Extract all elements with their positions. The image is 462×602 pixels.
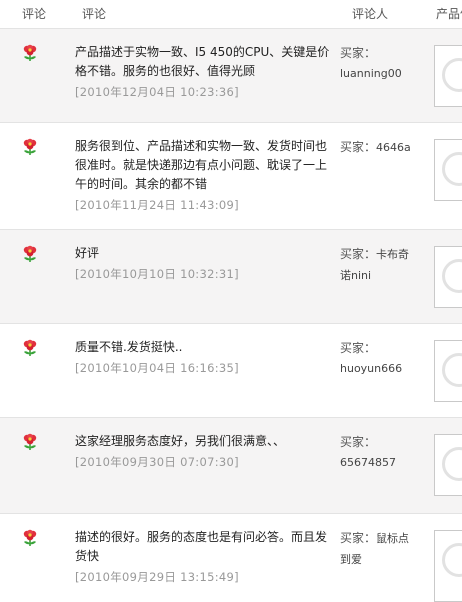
reviewer-prefix: 买家： (340, 531, 377, 545)
product-thumbnail[interactable] (434, 530, 462, 602)
red-flower-icon (23, 245, 37, 262)
product-thumbnail[interactable] (434, 139, 462, 201)
product-thumbnail[interactable] (434, 434, 462, 496)
review-row: 描述的很好。服务的态度也是有问必答。而且发货快 [2010年09月29日 13:… (0, 513, 462, 602)
product-image-placeholder-icon (442, 152, 462, 186)
header-comment: 评论 (82, 7, 107, 21)
product-thumbnail[interactable] (434, 246, 462, 308)
product-thumbnail[interactable] (434, 340, 462, 402)
product-thumbnail[interactable] (434, 45, 462, 107)
review-date: [2010年10月10日 10:32:31] (75, 267, 239, 281)
reviewer-name[interactable]: luanning00 (340, 67, 402, 80)
product-image-placeholder-icon (442, 259, 462, 293)
reviewer: 买家： huoyun666 (340, 338, 418, 379)
header-product: 产品信息 (436, 7, 462, 21)
red-flower-icon (23, 339, 37, 356)
review-text: 质量不错.发货挺快.. (75, 340, 183, 354)
review-comment: 描述的很好。服务的态度也是有问必答。而且发货快 [2010年09月29日 13:… (75, 528, 337, 587)
red-flower-icon (23, 44, 37, 61)
reviewer-prefix: 买家： (340, 247, 377, 261)
product-image-placeholder-icon (442, 58, 462, 92)
product-image-placeholder-icon (442, 543, 462, 577)
review-row: 产品描述于实物一致、I5 450的CPU、关键是价格不错。服务的也很好、值得光顾… (0, 28, 462, 123)
product-image-placeholder-icon (442, 353, 462, 387)
reviewer-name[interactable]: 65674857 (340, 456, 396, 469)
header-rating: 评论 (22, 7, 47, 21)
reviewer: 买家：卡布奇诺nini (340, 244, 418, 286)
reviewer-name[interactable]: huoyun666 (340, 362, 402, 375)
review-date: [2010年09月29日 13:15:49] (75, 570, 239, 584)
review-comment: 这家经理服务态度好，另我们很满意、、 [2010年09月30日 07:07:30… (75, 432, 337, 472)
reviewer-prefix: 买家： (340, 435, 377, 449)
header-reviewer: 评论人 (352, 7, 389, 21)
review-text: 描述的很好。服务的态度也是有问必答。而且发货快 (75, 530, 328, 563)
reviewer: 买家：4646a (340, 137, 418, 158)
review-comment: 质量不错.发货挺快.. [2010年10月04日 16:16:35] (75, 338, 337, 378)
table-header: 评论 评论 评论人 产品信息 (0, 0, 462, 28)
review-text: 服务很到位、产品描述和实物一致、发货时间也很准时。就是快递那边有点小问题、耽误了… (75, 139, 328, 191)
review-row: 这家经理服务态度好，另我们很满意、、 [2010年09月30日 07:07:30… (0, 417, 462, 514)
review-row: 好评 [2010年10月10日 10:32:31] 买家：卡布奇诺nini (0, 229, 462, 324)
review-text: 好评 (75, 246, 100, 260)
review-row: 质量不错.发货挺快.. [2010年10月04日 16:16:35] 买家： h… (0, 323, 462, 418)
review-date: [2010年09月30日 07:07:30] (75, 455, 239, 469)
review-text: 这家经理服务态度好，另我们很满意、、 (75, 434, 286, 448)
reviewer: 买家： luanning00 (340, 43, 418, 84)
review-row: 服务很到位、产品描述和实物一致、发货时间也很准时。就是快递那边有点小问题、耽误了… (0, 122, 462, 230)
review-date: [2010年10月04日 16:16:35] (75, 361, 239, 375)
review-date: [2010年12月04日 10:23:36] (75, 85, 239, 99)
reviewer: 买家：鼠标点到爱 (340, 528, 418, 570)
review-date: [2010年11月24日 11:43:09] (75, 198, 239, 212)
review-comment: 好评 [2010年10月10日 10:32:31] (75, 244, 337, 284)
red-flower-icon (23, 138, 37, 155)
red-flower-icon (23, 529, 37, 546)
review-comment: 产品描述于实物一致、I5 450的CPU、关键是价格不错。服务的也很好、值得光顾… (75, 43, 337, 102)
review-text: 产品描述于实物一致、I5 450的CPU、关键是价格不错。服务的也很好、值得光顾 (75, 45, 330, 78)
reviewer-prefix: 买家： (340, 140, 377, 154)
reviewer: 买家： 65674857 (340, 432, 418, 473)
red-flower-icon (23, 433, 37, 450)
review-comment: 服务很到位、产品描述和实物一致、发货时间也很准时。就是快递那边有点小问题、耽误了… (75, 137, 337, 215)
reviewer-prefix: 买家： (340, 46, 377, 60)
reviewer-prefix: 买家： (340, 341, 377, 355)
product-image-placeholder-icon (442, 447, 462, 481)
reviewer-name[interactable]: 4646a (376, 141, 411, 154)
